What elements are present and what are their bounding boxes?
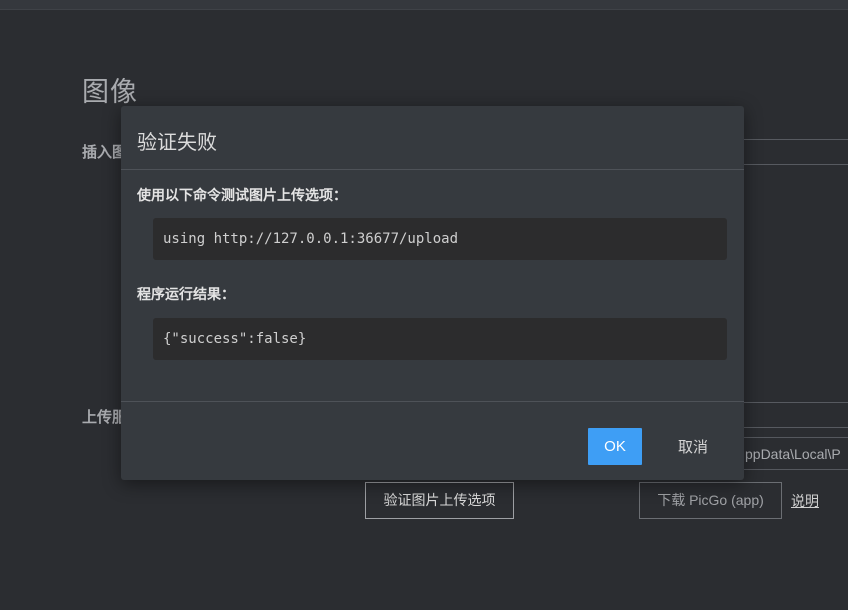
download-picgo-button[interactable]: 下载 PicGo (app) — [639, 482, 782, 519]
field-border-bottom — [740, 427, 848, 428]
ok-button[interactable]: OK — [588, 428, 642, 465]
command-label: 使用以下命令测试图片上传选项： — [137, 188, 347, 204]
result-code-block: {"success":false} — [153, 318, 727, 360]
help-link[interactable]: 说明 — [791, 491, 819, 511]
verification-failed-dialog: 验证失败 使用以下命令测试图片上传选项： using http://127.0.… — [121, 106, 744, 480]
top-bar-divider — [0, 9, 848, 10]
dialog-title: 验证失败 — [137, 130, 217, 154]
cancel-button[interactable]: 取消 — [660, 428, 726, 465]
page-title: 图像 — [82, 77, 138, 108]
field-border-bottom — [740, 164, 848, 165]
field-border-top — [740, 402, 848, 403]
command-code-block: using http://127.0.0.1:36677/upload — [153, 218, 727, 260]
result-label: 程序运行结果： — [137, 287, 235, 303]
verify-upload-button[interactable]: 验证图片上传选项 — [365, 482, 514, 519]
picgo-path-input[interactable]: ppData\Local\P — [738, 437, 848, 470]
dialog-header-divider — [121, 169, 744, 170]
field-border-top — [740, 139, 848, 140]
dialog-footer-divider — [121, 401, 744, 402]
